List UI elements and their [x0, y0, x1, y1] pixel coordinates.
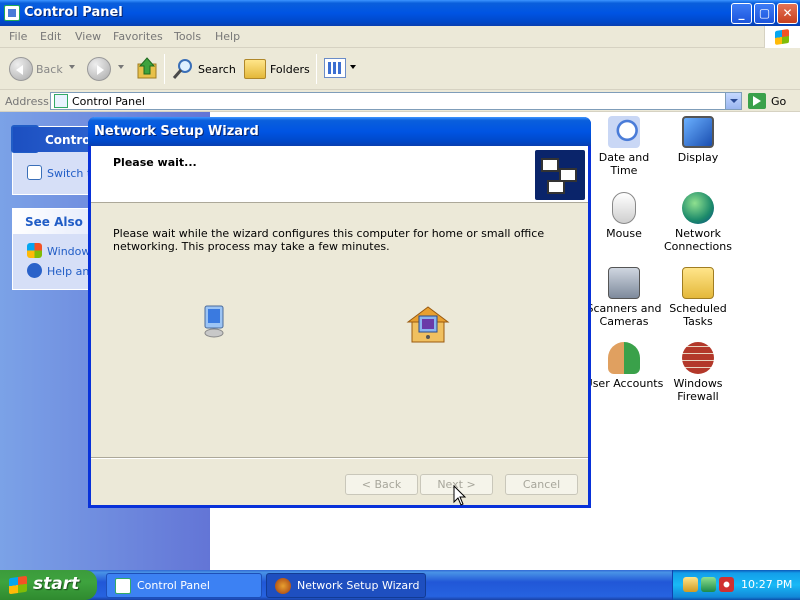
menu-tools[interactable]: Tools	[174, 30, 201, 43]
home-network-icon	[406, 306, 450, 343]
back-dropdown-icon[interactable]	[69, 65, 75, 69]
go-button[interactable]: Go	[771, 95, 786, 108]
item-label: Network Connections	[664, 227, 732, 253]
date-time-item[interactable]: Date and Time	[584, 116, 664, 177]
switch-view-link[interactable]: Switch t	[47, 167, 91, 180]
windows-flag-icon	[9, 575, 27, 595]
search-button[interactable]: Search	[198, 63, 236, 76]
network-globe-icon	[682, 192, 714, 224]
firewall-icon	[682, 342, 714, 374]
taskbar-control-panel[interactable]: Control Panel	[106, 573, 262, 598]
system-tray: 10:27 PM	[672, 570, 800, 600]
folders-button[interactable]: Folders	[270, 63, 310, 76]
network-setup-wizard-dialog: Network Setup Wizard Please wait... Plea…	[88, 117, 591, 508]
security-shield-icon[interactable]	[719, 577, 734, 592]
wizard-heading: Please wait...	[113, 156, 197, 169]
item-label: Scanners and Cameras	[586, 302, 662, 328]
item-label: Windows Firewall	[673, 377, 723, 403]
toolbar-separator	[164, 54, 165, 84]
forward-dropdown-icon[interactable]	[118, 65, 124, 69]
search-icon[interactable]	[172, 58, 194, 80]
windows-flag-icon	[775, 29, 789, 45]
wizard-title: Network Setup Wizard	[94, 124, 259, 139]
wizard-divider	[91, 457, 588, 459]
network-connections-item[interactable]: Network Connections	[658, 192, 738, 253]
wizard-description: Please wait while the wizard configures …	[113, 227, 545, 253]
desktop: Control Panel _ ▢ ✕ File Edit View Favor…	[0, 0, 800, 600]
menu-favorites[interactable]: Favorites	[113, 30, 163, 43]
connection-tray-icon[interactable]	[701, 577, 716, 592]
scheduled-tasks-item[interactable]: Scheduled Tasks	[658, 267, 738, 328]
back-arrow-icon[interactable]	[9, 57, 33, 81]
address-bar: Address Control Panel Go	[0, 90, 800, 112]
windows-update-icon	[27, 243, 42, 258]
folders-icon[interactable]	[244, 59, 266, 79]
views-dropdown-icon[interactable]	[350, 65, 356, 69]
display-icon	[682, 116, 714, 148]
wizard-title-bar[interactable]: Network Setup Wizard	[88, 117, 591, 146]
item-label: Mouse	[606, 227, 642, 240]
back-button[interactable]: Back	[36, 63, 63, 76]
item-label: User Accounts	[584, 377, 664, 390]
go-arrow-icon[interactable]	[748, 93, 766, 109]
item-label: Date and Time	[598, 151, 650, 177]
scanner-camera-icon	[608, 267, 640, 299]
toolbar-separator	[316, 54, 317, 84]
display-item[interactable]: Display	[658, 116, 738, 164]
up-folder-icon[interactable]	[136, 56, 158, 80]
maximize-button[interactable]: ▢	[754, 3, 775, 24]
control-panel-title-bar[interactable]: Control Panel _ ▢ ✕	[0, 0, 800, 26]
back-button[interactable]: < Back	[345, 474, 418, 495]
network-computers-icon	[535, 150, 585, 200]
scheduled-tasks-icon	[682, 267, 714, 299]
control-panel-icon	[54, 94, 68, 108]
mouse-pointer-icon	[453, 485, 467, 506]
address-field[interactable]: Control Panel	[50, 92, 742, 110]
computer-icon	[541, 158, 559, 172]
minimize-button[interactable]: _	[731, 3, 752, 24]
computer-icon	[547, 180, 565, 194]
switch-view-icon	[27, 165, 42, 180]
network-tray-icon[interactable]	[683, 577, 698, 592]
menu-help[interactable]: Help	[215, 30, 240, 43]
control-panel-icon	[4, 5, 20, 21]
user-accounts-item[interactable]: User Accounts	[584, 342, 664, 390]
menu-bar: File Edit View Favorites Tools Help	[0, 26, 800, 48]
address-label: Address	[5, 95, 49, 108]
windows-logo	[764, 26, 800, 48]
task-label: Network Setup Wizard	[297, 579, 420, 592]
item-label: Display	[677, 151, 719, 164]
computer-animation-icon	[204, 305, 224, 338]
taskbar-network-setup-wizard[interactable]: Network Setup Wizard	[266, 573, 426, 598]
taskbar: start Control Panel Network Setup Wizard…	[0, 570, 800, 600]
start-label: start	[33, 574, 80, 594]
control-panel-icon	[115, 578, 131, 594]
views-icon[interactable]	[324, 58, 346, 78]
close-button[interactable]: ✕	[777, 3, 798, 24]
clock-calendar-icon	[608, 116, 640, 148]
forward-arrow-icon[interactable]	[87, 57, 111, 81]
windows-firewall-item[interactable]: Windows Firewall	[658, 342, 738, 403]
window-title: Control Panel	[24, 5, 123, 20]
mouse-icon	[612, 192, 636, 224]
users-icon	[608, 342, 640, 374]
scanners-cameras-item[interactable]: Scanners and Cameras	[584, 267, 664, 328]
task-label: Control Panel	[137, 579, 210, 592]
address-value: Control Panel	[72, 95, 145, 108]
toolbar: Back Search Folders	[0, 48, 800, 90]
network-wizard-icon	[275, 578, 291, 594]
menu-view[interactable]: View	[75, 30, 101, 43]
address-dropdown-icon[interactable]	[725, 93, 741, 109]
help-icon	[27, 263, 42, 278]
menu-file[interactable]: File	[9, 30, 27, 43]
mouse-item[interactable]: Mouse	[584, 192, 664, 240]
item-label: Scheduled Tasks	[669, 302, 727, 328]
start-button[interactable]: start	[0, 570, 97, 600]
menu-edit[interactable]: Edit	[40, 30, 61, 43]
wizard-header: Please wait...	[91, 146, 588, 203]
clock[interactable]: 10:27 PM	[741, 578, 792, 591]
cancel-button[interactable]: Cancel	[505, 474, 578, 495]
